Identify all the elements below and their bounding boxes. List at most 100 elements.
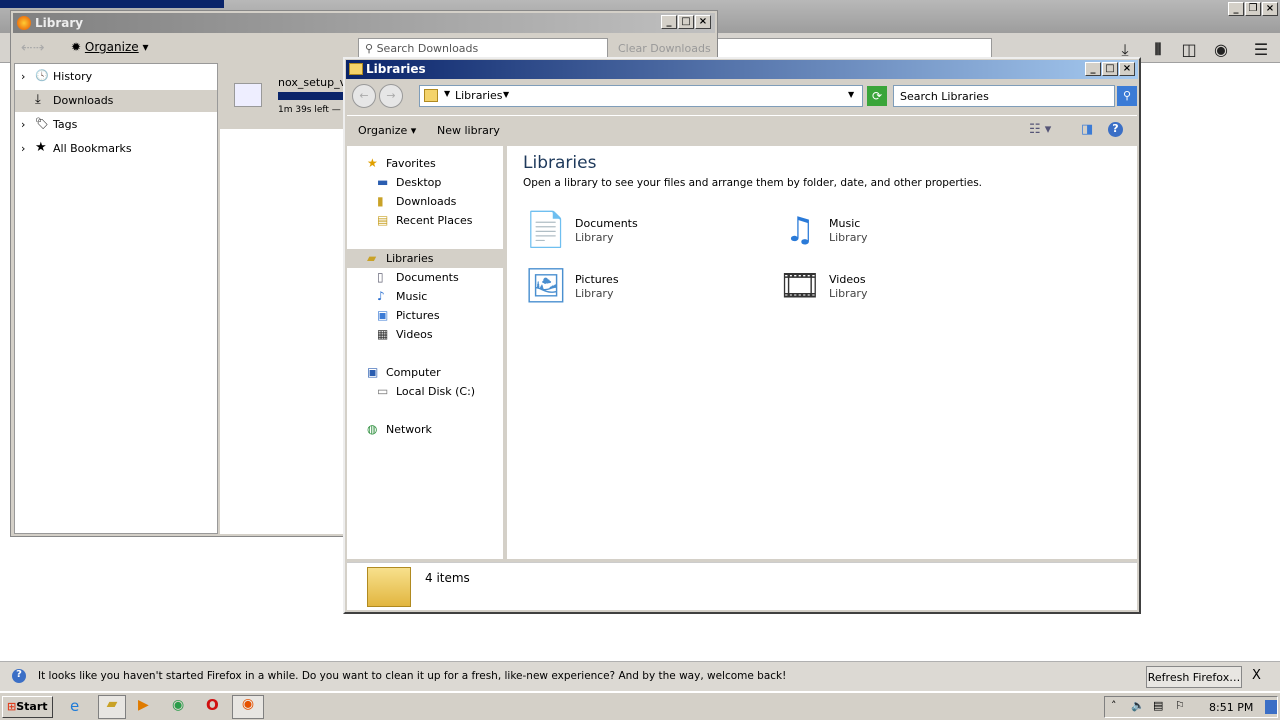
documents-icon: ▯: [377, 270, 384, 284]
sidebar-icon[interactable]: ◫: [1178, 40, 1200, 59]
refresh-icon[interactable]: ⟳: [867, 86, 887, 106]
chrome-icon[interactable]: ◉: [172, 697, 184, 713]
library-titlebar: Library: [13, 13, 715, 33]
tree-item-tags[interactable]: › 🏷 Tags: [15, 114, 217, 136]
libraries-icon: [424, 89, 438, 102]
firefox-icon: [17, 16, 31, 30]
nav-favorites[interactable]: ★ Favorites: [347, 154, 503, 173]
minimize-button[interactable]: _: [661, 15, 677, 29]
forward-button[interactable]: →: [379, 84, 403, 108]
close-button[interactable]: ×: [1262, 2, 1278, 16]
back-forward-icon[interactable]: ⇠⇢: [21, 40, 44, 56]
restore-button[interactable]: ❐: [1245, 2, 1261, 16]
library-window-controls: _ □ ×: [661, 15, 711, 29]
nav-label: Favorites: [386, 157, 436, 170]
tree-label: All Bookmarks: [53, 142, 132, 155]
network-tray-icon[interactable]: ▤: [1153, 699, 1163, 712]
library-name: Pictures: [575, 273, 619, 286]
media-player-icon[interactable]: ▶: [138, 697, 149, 713]
library-icon[interactable]: ⫴: [1147, 40, 1169, 60]
explorer-taskbar-icon[interactable]: ▰: [98, 695, 126, 719]
nav-music[interactable]: ♪ Music: [347, 287, 503, 306]
close-button[interactable]: ×: [695, 15, 711, 29]
windows-logo-icon: ⊞: [7, 700, 17, 713]
maximize-button[interactable]: □: [678, 15, 694, 29]
volume-icon[interactable]: 🔈: [1131, 699, 1145, 712]
nav-computer[interactable]: ▣ Computer: [347, 363, 503, 382]
tree-item-history[interactable]: › 🕓 History: [15, 66, 217, 88]
download-status: 1m 39s left — 2: [278, 105, 350, 115]
nav-downloads[interactable]: ▮ Downloads: [347, 192, 503, 211]
address-dropdown[interactable]: ▼: [848, 90, 854, 99]
nav-videos[interactable]: ▦ Videos: [347, 325, 503, 344]
menu-icon[interactable]: ☰: [1250, 40, 1272, 59]
organize-button[interactable]: Organize ▾: [358, 124, 416, 137]
nav-label: Pictures: [396, 309, 440, 322]
maximize-button[interactable]: □: [1102, 62, 1118, 76]
info-icon: ?: [12, 669, 26, 683]
library-videos[interactable]: 🎞 Videos Library: [777, 263, 1017, 313]
system-tray: ˄ 🔈 ▤ ⚐ 8:51 PM: [1104, 696, 1278, 718]
nav-libraries[interactable]: ▰ Libraries: [347, 249, 503, 268]
nav-label: Downloads: [396, 195, 457, 208]
download-item[interactable]: nox_setup_v 1m 39s left — 2: [220, 63, 350, 129]
download-icon: ⤓: [35, 92, 41, 107]
desktop-icon: ▬: [377, 175, 389, 189]
preview-pane-icon[interactable]: ◨: [1081, 122, 1093, 137]
start-label: Start: [16, 700, 48, 713]
nav-desktop[interactable]: ▬ Desktop: [347, 173, 503, 192]
library-music[interactable]: ♫ Music Library: [777, 207, 1017, 257]
organize-button[interactable]: ✹ Organize ▾: [71, 40, 149, 54]
firefox-taskbar-icon[interactable]: ◉: [232, 695, 264, 719]
library-pictures[interactable]: 🖼 Pictures Library: [523, 263, 763, 313]
pictures-library-icon: 🖼: [524, 266, 568, 306]
show-hidden-icons[interactable]: ˄: [1111, 699, 1117, 712]
show-desktop-button[interactable]: [1265, 700, 1277, 714]
url-bar[interactable]: [700, 38, 992, 58]
help-icon[interactable]: ?: [1108, 122, 1123, 137]
content-heading: Libraries: [523, 153, 597, 173]
close-button[interactable]: ×: [1119, 62, 1135, 76]
account-icon[interactable]: ◉: [1210, 40, 1232, 59]
clear-downloads-button[interactable]: Clear Downloads: [618, 42, 711, 55]
nav-documents[interactable]: ▯ Documents: [347, 268, 503, 287]
address-bar[interactable]: ▼ Libraries ▼ ▼: [419, 85, 863, 107]
nav-pictures[interactable]: ▣ Pictures: [347, 306, 503, 325]
clock[interactable]: 8:51 PM: [1209, 701, 1253, 714]
nav-network[interactable]: ◍ Network: [347, 420, 503, 439]
gear-icon: ✹: [71, 40, 82, 54]
libraries-titlebar: Libraries: [346, 60, 1138, 79]
organize-label: Organize: [358, 124, 408, 137]
new-library-button[interactable]: New library: [437, 124, 500, 137]
tree-item-downloads[interactable]: ⤓ Downloads: [15, 90, 217, 112]
address-crumb[interactable]: Libraries: [455, 89, 503, 102]
flag-icon[interactable]: ⚐: [1175, 699, 1185, 712]
nav-recent-places[interactable]: ▤ Recent Places: [347, 211, 503, 230]
window-title: Library: [35, 16, 84, 30]
ie-icon[interactable]: e: [70, 697, 79, 715]
organize-label: Organize: [84, 40, 139, 54]
start-button[interactable]: ⊞Start: [2, 696, 53, 718]
library-documents[interactable]: 📄 Documents Library: [523, 207, 763, 257]
minimize-button[interactable]: _: [1228, 2, 1244, 16]
taskbar: ⊞Start e ▰ ▶ ◉ O ◉ ˄ 🔈 ▤ ⚐ 8:51 PM: [0, 692, 1280, 720]
nav-label: Documents: [396, 271, 459, 284]
view-options-icon[interactable]: ☷ ▾: [1029, 122, 1051, 137]
tree-item-all-bookmarks[interactable]: › ★ All Bookmarks: [15, 138, 217, 160]
library-name: Documents: [575, 217, 638, 230]
search-libraries-input[interactable]: Search Libraries: [893, 85, 1115, 107]
libraries-window-controls: _ □ ×: [1085, 62, 1135, 76]
libraries-icon: [349, 63, 363, 75]
details-pane: 4 items: [347, 562, 1137, 610]
search-icon[interactable]: ⚲: [1117, 86, 1137, 106]
notification-close-button[interactable]: X: [1252, 668, 1261, 683]
refresh-firefox-button[interactable]: Refresh Firefox…: [1146, 666, 1242, 688]
minimize-button[interactable]: _: [1085, 62, 1101, 76]
search-downloads-input[interactable]: ⚲ Search Downloads: [358, 38, 608, 58]
star-icon: ★: [35, 140, 47, 155]
back-button[interactable]: ←: [352, 84, 376, 108]
nav-label: Libraries: [386, 252, 434, 265]
nav-local-disk[interactable]: ▭ Local Disk (C:): [347, 382, 503, 401]
opera-icon[interactable]: O: [206, 696, 219, 714]
firefox-window-controls: _ ❐ ×: [1228, 2, 1278, 16]
